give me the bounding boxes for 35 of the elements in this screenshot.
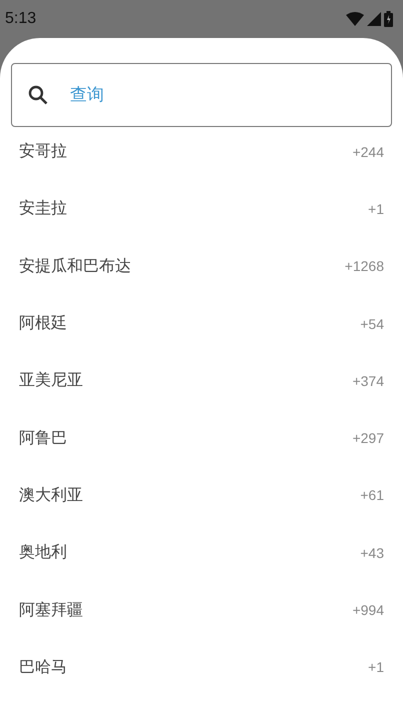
dial-code: +43 (360, 544, 384, 561)
country-row[interactable]: 安圭拉 +1 (11, 180, 392, 238)
wifi-icon (346, 12, 364, 26)
country-name: 阿根廷 (19, 313, 67, 334)
country-name: 巴哈马 (19, 656, 67, 678)
dial-code: +374 (352, 372, 384, 389)
search-field[interactable]: 查询 (11, 63, 392, 127)
dial-code: +297 (352, 430, 384, 446)
dial-code: +244 (352, 144, 384, 160)
country-row[interactable]: 巴哈马 +1 (11, 638, 392, 696)
country-row[interactable]: 澳大利亚 +61 (11, 466, 392, 524)
signal-icon (367, 12, 381, 26)
dial-code: +61 (360, 487, 384, 504)
country-name: 澳大利亚 (19, 484, 83, 506)
country-row[interactable]: 阿鲁巴 +297 (11, 409, 392, 467)
country-row[interactable]: 安提瓜和巴布达 +1268 (11, 238, 392, 295)
dial-code: +994 (352, 602, 384, 618)
dial-code: +1268 (344, 258, 384, 274)
country-row[interactable]: 阿根廷 +54 (11, 294, 392, 352)
country-name: 奥地利 (19, 542, 67, 564)
battery-icon (384, 11, 393, 27)
status-time: 5:13 (5, 10, 36, 28)
country-row[interactable]: 阿塞拜疆 +994 (11, 581, 392, 639)
country-name: 阿塞拜疆 (19, 600, 83, 621)
country-name: 阿鲁巴 (19, 428, 67, 449)
dial-code: +1 (368, 659, 384, 676)
country-name: 亚美尼亚 (19, 370, 83, 392)
dial-code: +54 (360, 316, 384, 332)
dial-code: +1 (368, 200, 384, 217)
search-icon (28, 85, 48, 105)
country-row[interactable]: 亚美尼亚 +374 (11, 352, 392, 410)
country-name: 安提瓜和巴布达 (19, 256, 131, 277)
country-name: 安哥拉 (19, 141, 67, 162)
country-name: 安圭拉 (19, 198, 67, 220)
country-row[interactable]: 奥地利 +43 (11, 524, 392, 582)
